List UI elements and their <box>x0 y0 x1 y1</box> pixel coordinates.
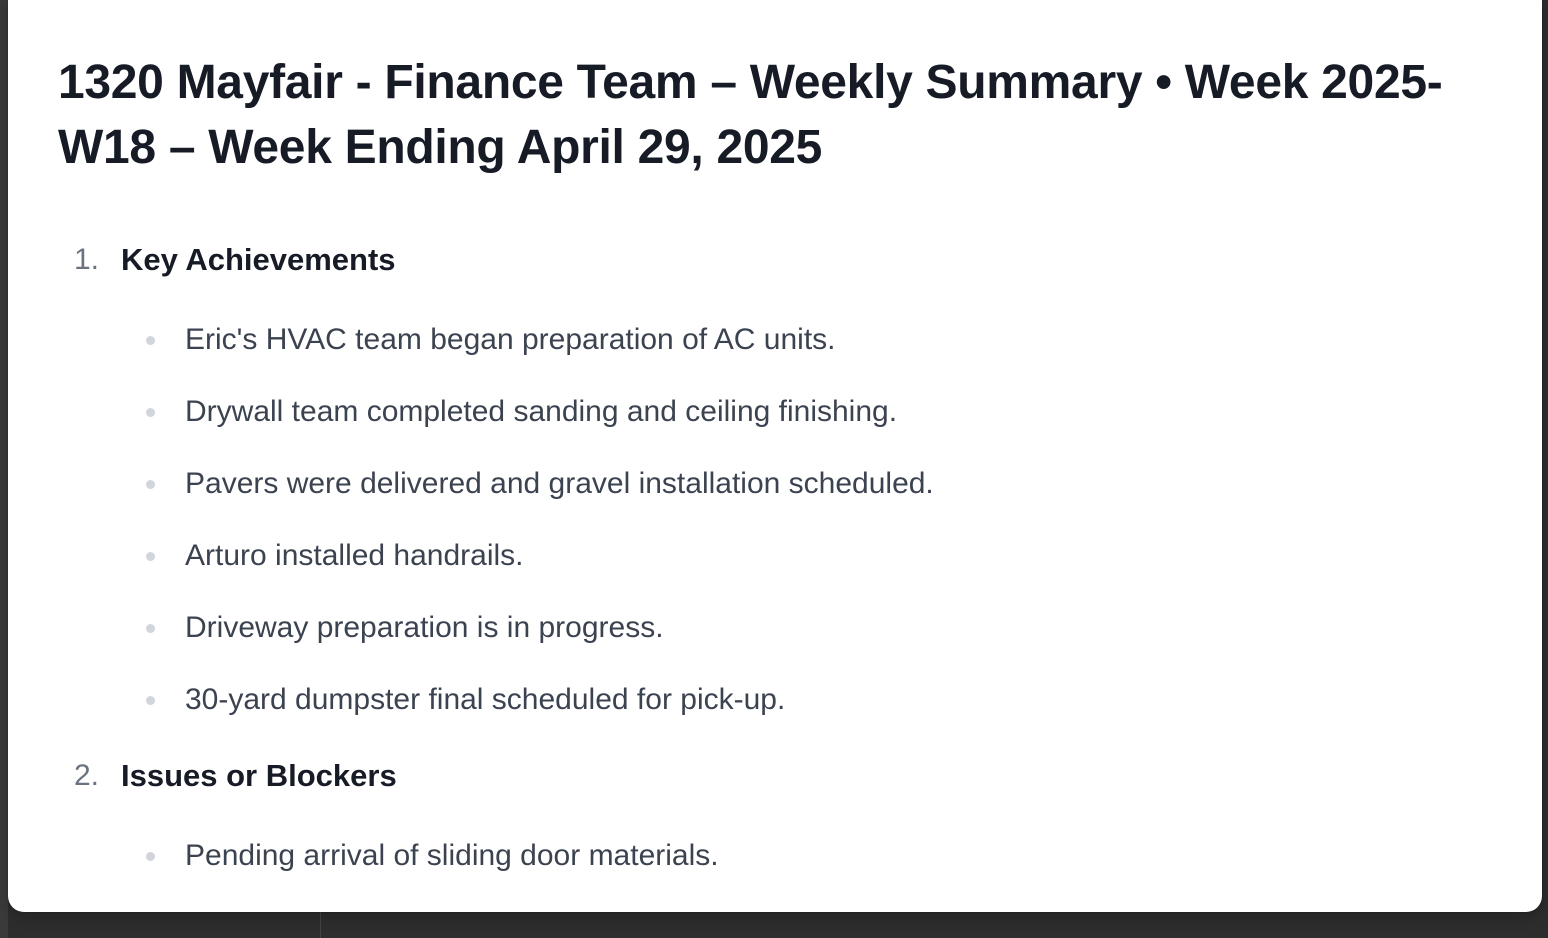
section-number: 2. <box>74 759 100 792</box>
bullet-dot-icon <box>146 408 155 417</box>
list-item: Pavers were delivered and gravel install… <box>146 462 1488 506</box>
list-item-text: Pavers were delivered and gravel install… <box>185 467 934 500</box>
section-number: 1. <box>74 243 100 276</box>
background-pane-divider <box>320 912 321 938</box>
list-item: Pending arrival of sliding door material… <box>146 834 1488 878</box>
section-issues-or-blockers: 2. Issues or Blockers Pending arrival of… <box>58 754 1488 878</box>
bullet-dot-icon <box>146 336 155 345</box>
list-item-text: Arturo installed handrails. <box>185 539 524 572</box>
background-window-edge <box>0 0 8 938</box>
document-content: 1320 Mayfair - Finance Team – Weekly Sum… <box>58 50 1488 878</box>
list-item: 30-yard dumpster final scheduled for pic… <box>146 678 1488 722</box>
section-list: 1. Key Achievements Eric's HVAC team beg… <box>58 238 1488 878</box>
summary-document-panel: 1320 Mayfair - Finance Team – Weekly Sum… <box>8 0 1542 912</box>
section-key-achievements: 1. Key Achievements Eric's HVAC team beg… <box>58 238 1488 722</box>
achievement-list: Eric's HVAC team began preparation of AC… <box>58 318 1488 722</box>
bullet-dot-icon <box>146 480 155 489</box>
bullet-dot-icon <box>146 552 155 561</box>
document-title: 1320 Mayfair - Finance Team – Weekly Sum… <box>58 56 1443 174</box>
bullet-dot-icon <box>146 852 155 861</box>
list-item-text: Drywall team completed sanding and ceili… <box>185 395 898 428</box>
list-item: Driveway preparation is in progress. <box>146 606 1488 650</box>
list-item: Drywall team completed sanding and ceili… <box>146 390 1488 434</box>
list-item-text: Pending arrival of sliding door material… <box>185 839 719 872</box>
list-item-text: Driveway preparation is in progress. <box>185 611 664 644</box>
list-item: Arturo installed handrails. <box>146 534 1488 578</box>
bullet-dot-icon <box>146 696 155 705</box>
list-item: Eric's HVAC team began preparation of AC… <box>146 318 1488 362</box>
bullet-dot-icon <box>146 624 155 633</box>
section-heading: Key Achievements <box>121 242 396 277</box>
blocker-list: Pending arrival of sliding door material… <box>58 834 1488 878</box>
section-heading: Issues or Blockers <box>121 758 397 793</box>
list-item-text: 30-yard dumpster final scheduled for pic… <box>185 683 786 716</box>
list-item-text: Eric's HVAC team began preparation of AC… <box>185 323 836 356</box>
